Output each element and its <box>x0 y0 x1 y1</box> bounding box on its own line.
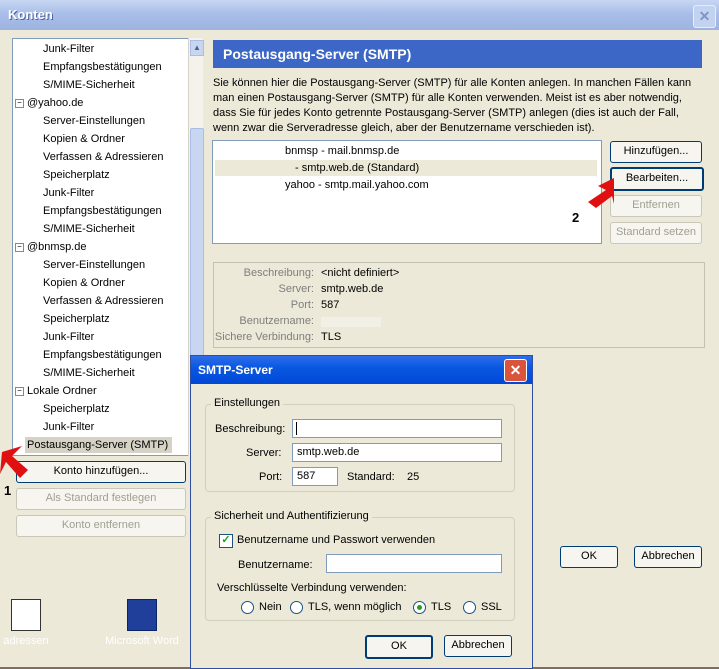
text-cursor <box>296 422 297 435</box>
port-input[interactable]: 587 <box>292 467 338 486</box>
encryption-label: Verschlüsselte Verbindung verwenden: <box>217 582 407 594</box>
standard-label: Standard: <box>347 471 395 483</box>
description-input[interactable] <box>292 419 502 438</box>
radio-tls-label: TLS <box>431 601 452 613</box>
step-marker-2: 2 <box>572 210 580 225</box>
standard-value: 25 <box>407 471 420 483</box>
radio-ssl-label: SSL <box>481 601 502 613</box>
use-auth-checkbox[interactable]: ✓ <box>219 534 233 548</box>
settings-legend: Einstellungen <box>211 397 284 409</box>
server-input[interactable]: smtp.web.de <box>292 443 502 462</box>
radio-ssl[interactable] <box>463 601 476 614</box>
arrow-2-icon <box>588 178 614 208</box>
dialog-close-icon[interactable]: ✕ <box>504 359 527 382</box>
radio-no-label: Nein <box>259 601 282 613</box>
security-legend: Sicherheit und Authentifizierung <box>211 510 372 522</box>
radio-no[interactable] <box>241 601 254 614</box>
port-label: Port: <box>259 471 283 483</box>
dialog-cancel-label: Abbrechen <box>451 639 505 651</box>
radio-tls[interactable] <box>413 601 426 614</box>
use-auth-label: Benutzername und Passwort verwenden <box>237 534 436 546</box>
dialog-titlebar: SMTP-Server ✕ <box>191 356 532 384</box>
username-label: Benutzername: <box>238 559 313 571</box>
server-label: Server: <box>246 447 282 459</box>
smtp-server-dialog: SMTP-Server ✕ Einstellungen Beschreibung… <box>190 355 533 669</box>
arrow-1-icon <box>0 446 28 478</box>
radio-tls-if-possible-label: TLS, wenn möglich <box>308 601 402 613</box>
dialog-ok-button[interactable]: OK <box>365 635 433 659</box>
dialog-title: SMTP-Server <box>198 363 273 377</box>
step-marker-1: 1 <box>4 483 12 498</box>
dialog-cancel-button[interactable]: Abbrechen <box>444 635 512 657</box>
dialog-ok-label: OK <box>391 640 407 652</box>
username-input[interactable] <box>326 554 502 573</box>
description-label: Beschreibung: <box>215 423 286 435</box>
radio-tls-if-possible[interactable] <box>290 601 303 614</box>
